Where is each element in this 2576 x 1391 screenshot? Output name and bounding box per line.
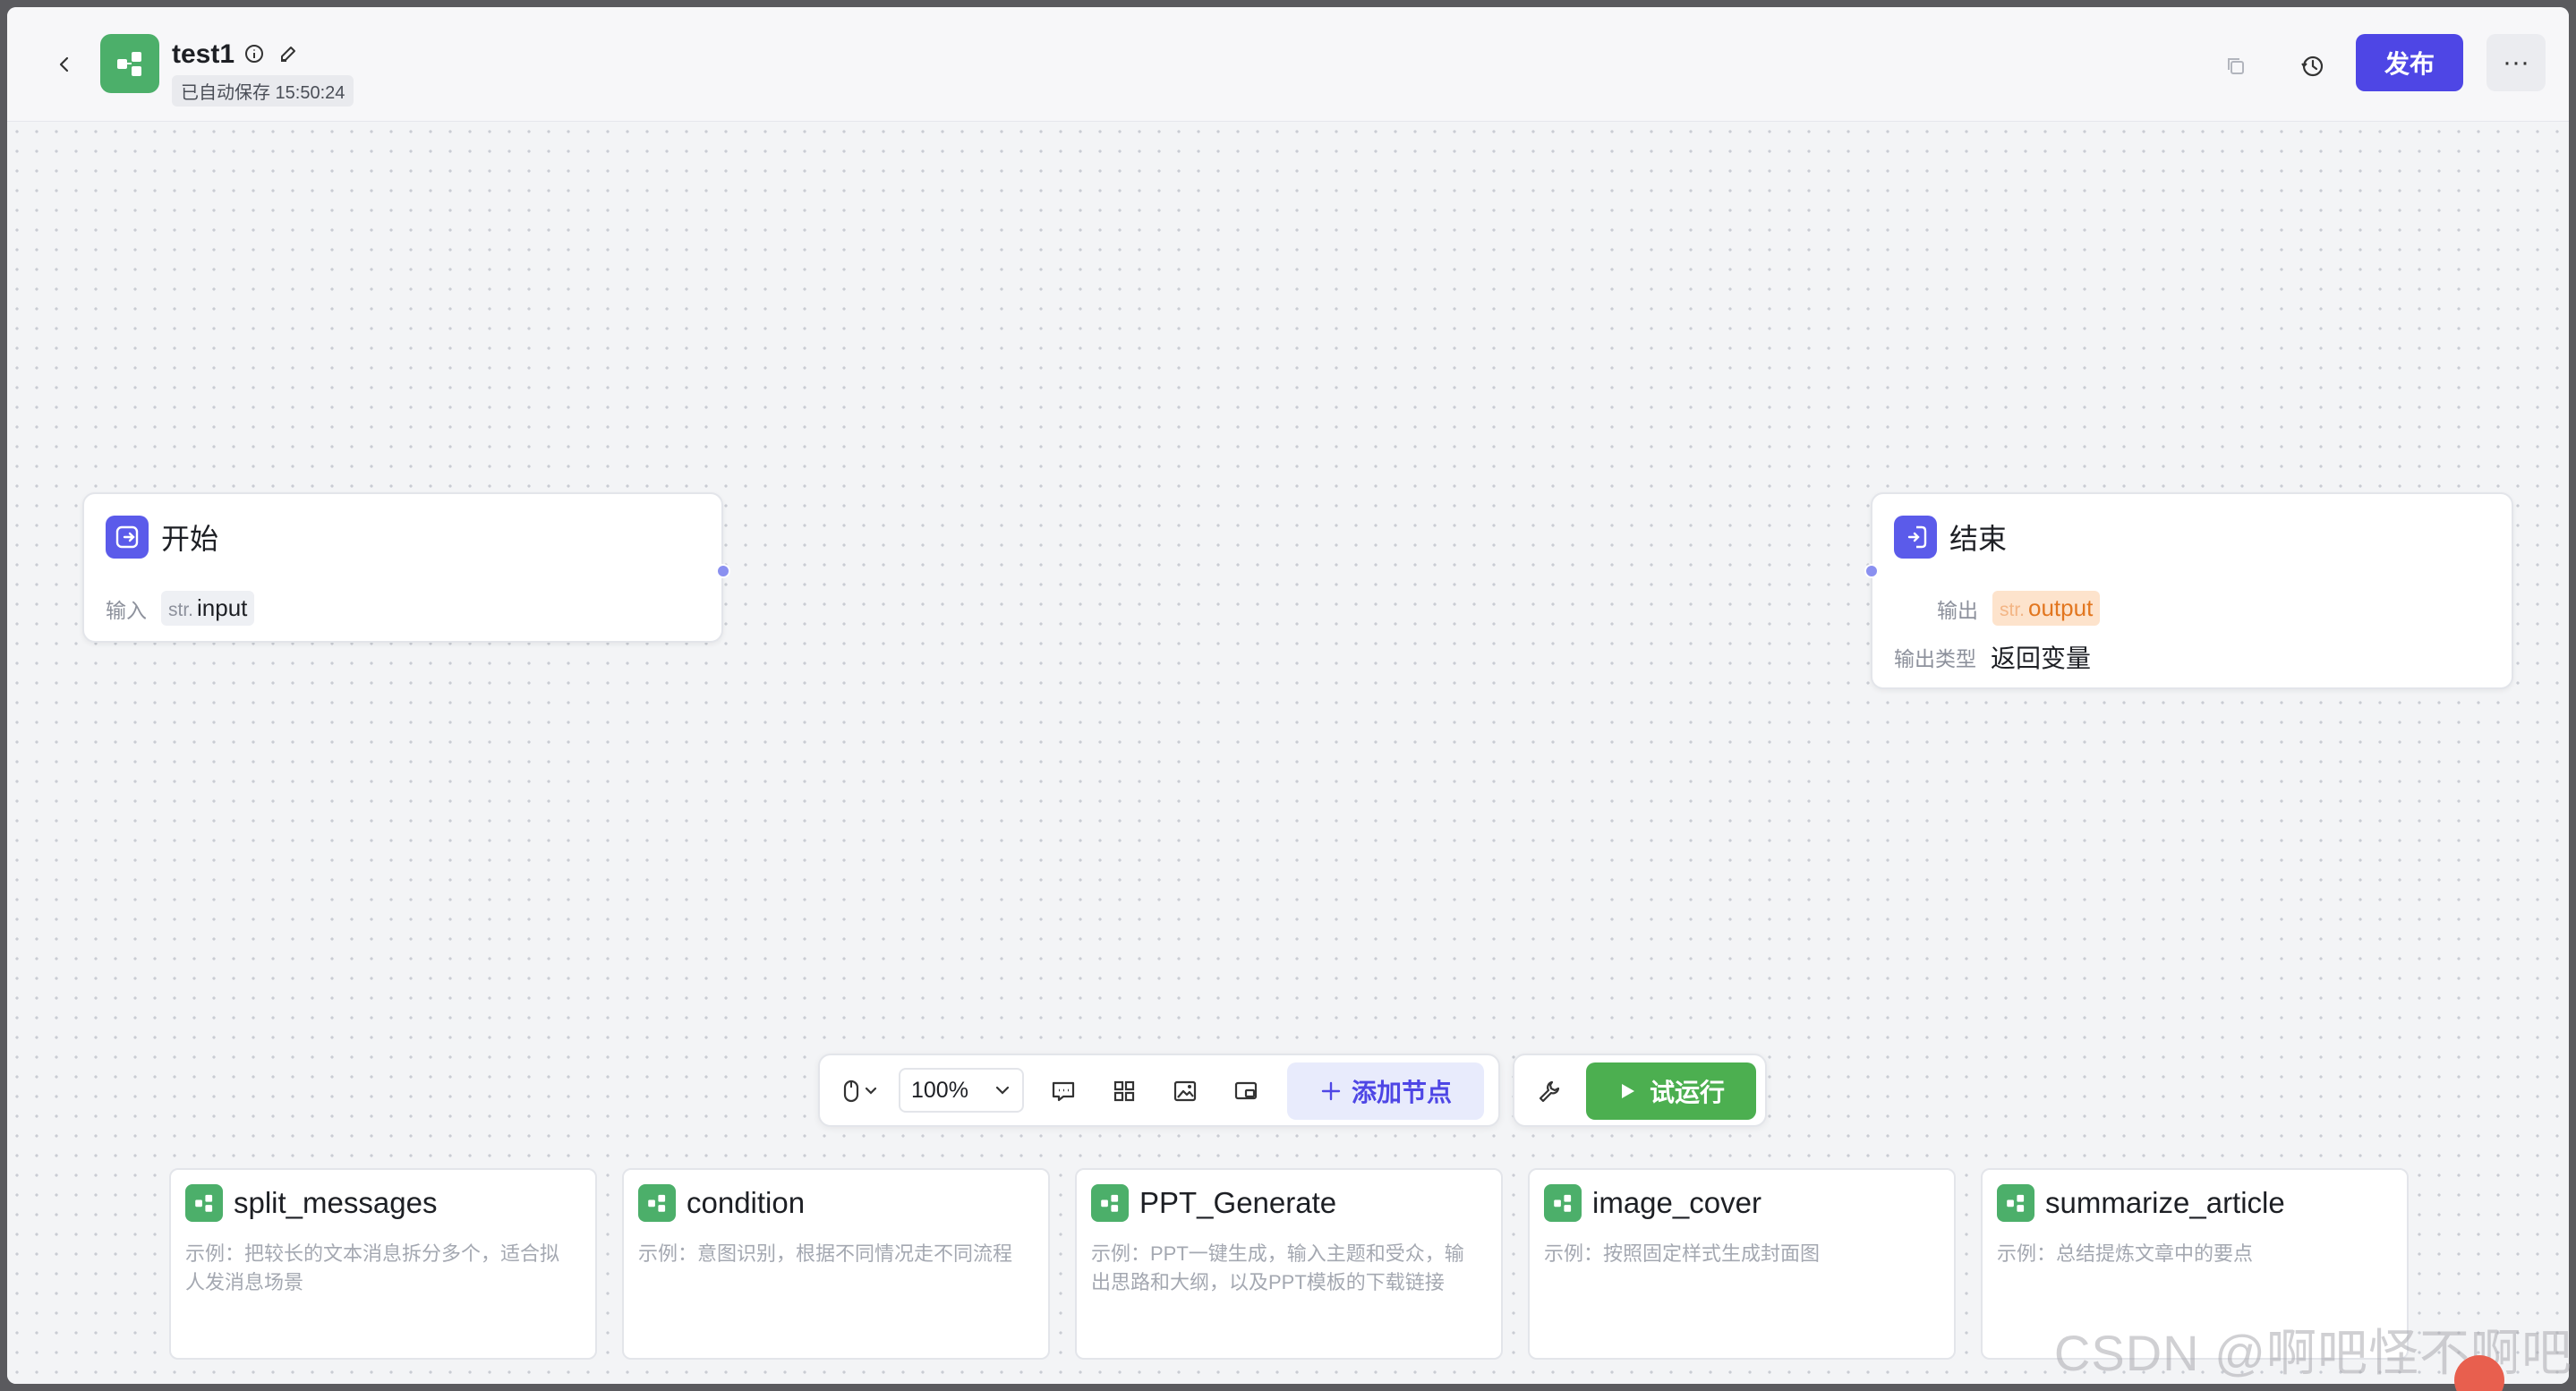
template-description: 示例：按照固定样式生成封面图 bbox=[1544, 1242, 1821, 1265]
plus-icon bbox=[1321, 1081, 1341, 1101]
add-node-button[interactable]: 添加节点 bbox=[1287, 1062, 1484, 1120]
workflow-logo-icon bbox=[100, 34, 159, 93]
minimap-button[interactable] bbox=[1226, 1071, 1266, 1111]
more-options-button[interactable]: ··· bbox=[2486, 34, 2546, 91]
workflow-icon bbox=[638, 1184, 676, 1222]
pointer-mode-button[interactable] bbox=[832, 1071, 890, 1111]
workflow-icon bbox=[1997, 1184, 2034, 1222]
copy-icon[interactable] bbox=[2216, 47, 2256, 86]
input-name: input bbox=[197, 594, 248, 621]
output-name: output bbox=[2028, 594, 2094, 621]
workflow-editor-window: test1 已自动保存 15:50:24 发布 ··· 开始 输入 str. i… bbox=[7, 7, 2569, 1384]
template-card-image-cover[interactable]: image_cover 示例：按照固定样式生成封面图 bbox=[1528, 1168, 1956, 1360]
back-button[interactable] bbox=[47, 47, 82, 82]
history-icon[interactable] bbox=[2293, 47, 2333, 86]
template-title: split_messages bbox=[234, 1186, 438, 1219]
zoom-select[interactable]: 100% bbox=[899, 1068, 1024, 1113]
info-icon[interactable] bbox=[242, 41, 267, 66]
play-icon bbox=[1621, 1084, 1634, 1098]
chevron-left-icon bbox=[59, 56, 69, 73]
workflow-icon bbox=[1544, 1184, 1582, 1222]
template-card-condition[interactable]: condition 示例：意图识别，根据不同情况走不同流程 bbox=[622, 1168, 1050, 1360]
template-title: image_cover bbox=[1592, 1186, 1761, 1219]
end-input-port[interactable] bbox=[1864, 564, 1879, 578]
workflow-title: test1 bbox=[172, 39, 235, 69]
comment-icon bbox=[1052, 1081, 1075, 1102]
test-run-button[interactable]: 试运行 bbox=[1586, 1062, 1756, 1120]
workflow-canvas[interactable]: 开始 输入 str. input 结束 输出 str. output 输出类型 … bbox=[7, 122, 2569, 1384]
output-variable-tag: str. output bbox=[1992, 591, 2101, 626]
end-node[interactable]: 结束 输出 str. output 输出类型 返回变量 bbox=[1864, 492, 2513, 689]
zoom-value: 100% bbox=[911, 1077, 968, 1103]
template-title: summarize_article bbox=[2045, 1186, 2285, 1219]
template-card-split-messages[interactable]: split_messages 示例：把较长的文本消息拆分多个，适合拟人发消息场景 bbox=[169, 1168, 597, 1360]
mouse-icon bbox=[843, 1080, 877, 1103]
input-variable-tag: str. input bbox=[161, 591, 255, 626]
template-description: 示例：把较长的文本消息拆分多个，适合拟人发消息场景 bbox=[185, 1242, 560, 1293]
start-node[interactable]: 开始 输入 str. input bbox=[82, 492, 730, 643]
input-type: str. bbox=[168, 600, 194, 620]
output-type: str. bbox=[2000, 600, 2026, 620]
template-description: 示例：总结提炼文章中的要点 bbox=[1997, 1242, 2254, 1265]
edit-icon[interactable] bbox=[276, 41, 301, 66]
template-description: 示例：PPT一键生成，输入主题和受众，输出思路和大纲，以及PPT模板的下载链接 bbox=[1091, 1242, 1464, 1293]
more-icon: ··· bbox=[2503, 47, 2529, 77]
grid-layout-icon bbox=[1113, 1080, 1135, 1102]
header-bar: test1 已自动保存 15:50:24 发布 ··· bbox=[7, 7, 2569, 122]
chevron-down-icon bbox=[995, 1086, 1010, 1095]
end-node-title: 结束 bbox=[1949, 523, 2008, 555]
autosave-status: 已自动保存 15:50:24 bbox=[172, 75, 354, 107]
add-node-label: 添加节点 bbox=[1351, 1079, 1452, 1106]
canvas-toolbar: 100% 添加节点 bbox=[818, 1054, 1500, 1127]
end-node-icon bbox=[1894, 516, 1937, 559]
output-label: 输出 bbox=[1937, 598, 1978, 622]
run-toolbar: 试运行 bbox=[1513, 1054, 1767, 1127]
publish-button[interactable]: 发布 bbox=[2356, 34, 2463, 91]
output-kind-label: 输出类型 bbox=[1894, 647, 1976, 670]
workflow-icon bbox=[185, 1184, 223, 1222]
comment-button[interactable] bbox=[1044, 1071, 1083, 1111]
template-title: PPT_Generate bbox=[1139, 1186, 1337, 1219]
debug-button[interactable] bbox=[1527, 1071, 1572, 1111]
minimap-icon bbox=[1234, 1081, 1258, 1100]
layout-button[interactable] bbox=[1105, 1071, 1144, 1111]
start-node-title: 开始 bbox=[161, 523, 219, 555]
input-label: 输入 bbox=[106, 598, 147, 622]
template-title: condition bbox=[687, 1186, 806, 1219]
wrench-icon bbox=[1539, 1080, 1560, 1103]
start-output-port[interactable] bbox=[716, 564, 730, 578]
image-export-button[interactable] bbox=[1165, 1071, 1205, 1111]
output-kind-value: 返回变量 bbox=[1991, 644, 2092, 672]
image-icon bbox=[1173, 1080, 1197, 1102]
start-node-icon bbox=[106, 516, 149, 559]
template-card-ppt-generate[interactable]: PPT_Generate 示例：PPT一键生成，输入主题和受众，输出思路和大纲，… bbox=[1075, 1168, 1503, 1360]
template-description: 示例：意图识别，根据不同情况走不同流程 bbox=[638, 1242, 1013, 1265]
workflow-icon bbox=[1091, 1184, 1129, 1222]
test-run-label: 试运行 bbox=[1649, 1079, 1725, 1106]
